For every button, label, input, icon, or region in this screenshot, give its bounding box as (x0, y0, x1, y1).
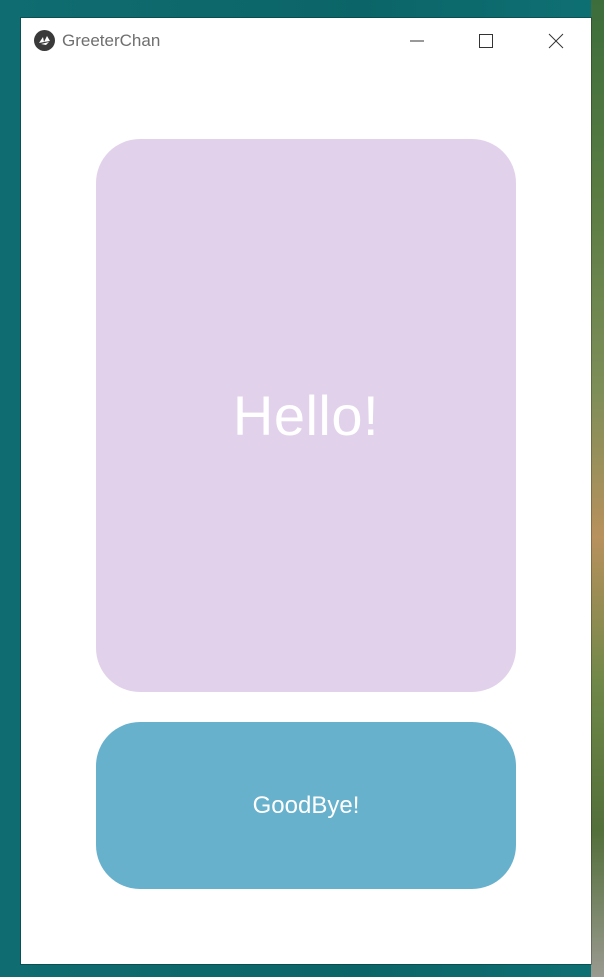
close-button[interactable] (521, 18, 591, 64)
app-content: Hello! GoodBye! (21, 64, 591, 964)
title-bar[interactable]: GreeterChan (21, 18, 591, 64)
kivy-logo-icon (34, 30, 55, 51)
greeting-card: Hello! (96, 139, 516, 692)
window-title: GreeterChan (62, 31, 161, 50)
greeting-label: Hello! (232, 383, 380, 447)
goodbye-button-label: GoodBye! (252, 791, 360, 819)
close-icon (548, 33, 564, 49)
desktop-background (591, 0, 604, 977)
maximize-icon (479, 34, 493, 48)
app-window: GreeterChan Hello! GoodBye! (21, 18, 591, 964)
goodbye-button[interactable]: GoodBye! (96, 722, 516, 889)
minimize-icon (410, 40, 424, 42)
minimize-button[interactable] (382, 18, 452, 64)
maximize-button[interactable] (451, 18, 521, 64)
